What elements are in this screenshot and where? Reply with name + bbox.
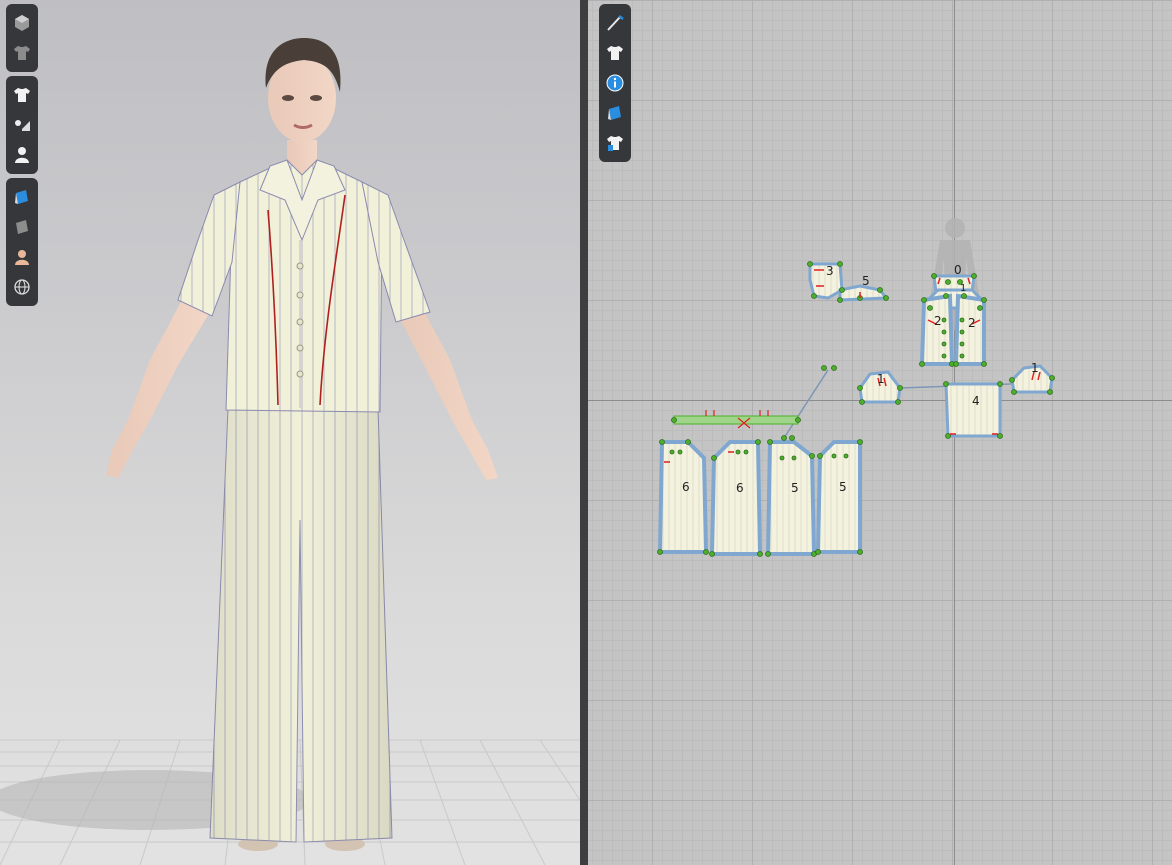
waistband-strip <box>673 410 799 429</box>
skin-icon[interactable] <box>8 243 36 271</box>
piece-label-6-b: 6 <box>736 481 744 495</box>
info-icon[interactable] <box>601 69 629 97</box>
pattern-piece-5-c <box>815 440 862 554</box>
view-toolbar-group-3 <box>6 178 38 306</box>
piece-label-3: 3 <box>826 264 834 278</box>
shading-icon[interactable] <box>8 213 36 241</box>
view-toolbar-group-1 <box>6 4 38 72</box>
piece-label-5-small: 5 <box>862 274 870 288</box>
shirt-icon[interactable] <box>8 81 36 109</box>
pattern-piece-6-b <box>709 440 763 556</box>
viewport-splitter[interactable] <box>580 0 588 865</box>
pattern-piece-5-b <box>765 440 817 556</box>
pattern-piece-2-left <box>919 293 955 366</box>
display-3d-icon[interactable] <box>8 9 36 37</box>
piece-label-2-right: 2 <box>968 316 976 330</box>
2d-pattern-viewport[interactable]: 3 5 0 1 2 2 1 1 4 6 6 5 5 <box>588 0 1172 865</box>
piece-label-5-c: 5 <box>839 480 847 494</box>
piece-label-1-left: 1 <box>877 372 885 386</box>
pen-tool-icon[interactable] <box>601 9 629 37</box>
pattern-piece-4 <box>944 382 1002 438</box>
piece-label-5-b: 5 <box>791 481 799 495</box>
globe-icon[interactable] <box>8 273 36 301</box>
fabric-render-icon[interactable] <box>8 111 36 139</box>
avatar-3d[interactable] <box>0 0 580 865</box>
texture-icon[interactable] <box>8 183 36 211</box>
texture-icon[interactable] <box>601 99 629 127</box>
shirt-layer-icon[interactable] <box>601 129 629 157</box>
pattern-piece-6-a <box>657 440 709 554</box>
3d-viewport[interactable] <box>0 0 580 865</box>
piece-label-2-left: 2 <box>934 314 942 328</box>
piece-label-4: 4 <box>972 394 980 408</box>
garment-display-icon[interactable] <box>8 39 36 67</box>
pattern-pieces <box>657 218 1055 557</box>
view-toolbar-group-2 <box>6 76 38 174</box>
piece-label-6-a: 6 <box>682 480 690 494</box>
piece-label-1-right: 1 <box>1031 361 1039 375</box>
piece-label-1-top: 1 <box>960 283 967 294</box>
piece-label-0: 0 <box>954 263 962 277</box>
pattern-toolbar <box>599 4 631 162</box>
shirt-icon[interactable] <box>601 39 629 67</box>
avatar-icon[interactable] <box>8 141 36 169</box>
